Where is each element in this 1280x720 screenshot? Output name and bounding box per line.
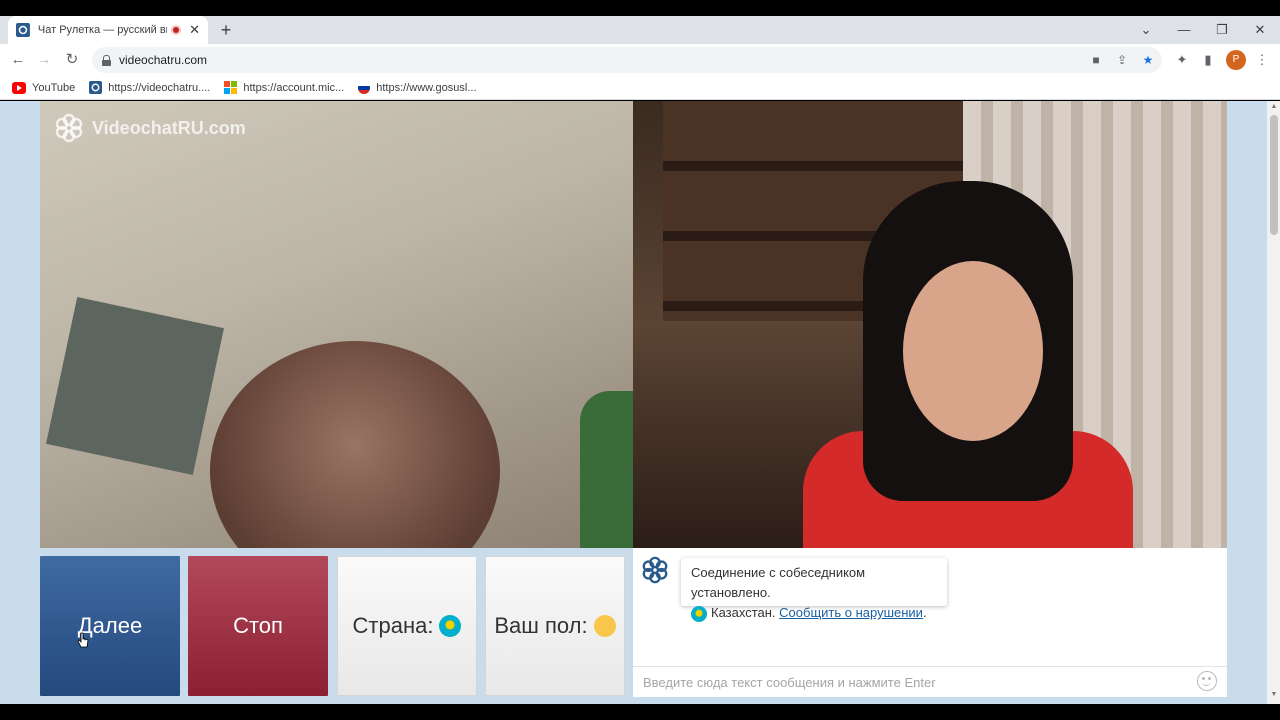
tab-title: Чат Рулетка — русский вид bbox=[37, 24, 168, 36]
page-content: VideochatRU.com Далее Стоп Страна: Ваш п… bbox=[0, 101, 1267, 704]
system-message-bubble: Соединение с собеседником установлено. К… bbox=[681, 558, 947, 622]
microsoft-icon bbox=[224, 81, 238, 94]
reload-icon[interactable]: ↻ bbox=[62, 50, 82, 70]
share-icon[interactable]: ⇪ bbox=[1114, 52, 1130, 68]
new-tab-button[interactable]: + bbox=[216, 20, 236, 40]
videochatru-favicon-icon bbox=[16, 23, 30, 37]
hand-cursor-icon bbox=[77, 632, 89, 648]
emoji-smiley-icon[interactable] bbox=[1197, 671, 1217, 691]
bookmarks-bar: YouTube https://videochatru.... https://… bbox=[0, 76, 1280, 100]
extensions-puzzle-icon[interactable]: ✦ bbox=[1174, 52, 1190, 68]
site-logo: VideochatRU.com bbox=[54, 113, 246, 143]
next-button[interactable]: Далее bbox=[40, 556, 180, 696]
kazakhstan-flag-icon bbox=[439, 615, 462, 637]
wall-picture bbox=[46, 297, 224, 475]
top-letterbox bbox=[0, 0, 1280, 16]
local-person bbox=[210, 341, 500, 548]
bookmark-microsoft[interactable]: https://account.mic... bbox=[224, 81, 344, 94]
stop-button-label: Стоп bbox=[233, 613, 283, 638]
bookmark-label: https://account.mic... bbox=[243, 81, 345, 94]
connection-message: Соединение с собеседником установлено. bbox=[691, 565, 866, 600]
partner-country-line: Казахстан. Сообщить о нарушении. bbox=[691, 603, 937, 623]
bookmark-star-icon[interactable]: ★ bbox=[1140, 52, 1156, 68]
bookmark-videochatru[interactable]: https://videochatru.... bbox=[89, 81, 210, 94]
scroll-up-icon[interactable]: ▲ bbox=[1270, 103, 1278, 110]
menu-kebab-icon[interactable]: ⋮ bbox=[1254, 52, 1270, 68]
tab-strip: Чат Рулетка — русский вид ✕ + ⌄ — ❐ ✕ bbox=[0, 16, 1280, 44]
partner-country: Казахстан. bbox=[711, 605, 776, 620]
camera-icon[interactable]: ■ bbox=[1088, 52, 1104, 68]
chat-input-row bbox=[633, 666, 1227, 697]
minimize-button[interactable]: — bbox=[1166, 20, 1202, 40]
bookmark-gosuslugi[interactable]: https://www.gosusl... bbox=[358, 81, 477, 94]
videochatru-icon bbox=[89, 81, 103, 94]
russia-flag-icon bbox=[358, 81, 371, 94]
country-selector-button[interactable]: Страна: bbox=[337, 556, 477, 696]
face bbox=[903, 261, 1043, 441]
green-object bbox=[580, 391, 633, 548]
report-violation-link[interactable]: Сообщить о нарушении bbox=[779, 605, 923, 620]
kazakhstan-flag-icon bbox=[691, 605, 707, 622]
gender-selector-button[interactable]: Ваш пол: bbox=[485, 556, 625, 696]
url-text: videochatru.com bbox=[119, 53, 208, 67]
side-panel-icon[interactable]: ▮ bbox=[1200, 52, 1216, 68]
page-scrollbar[interactable]: ▲ ▼ bbox=[1267, 101, 1280, 704]
address-bar[interactable]: videochatru.com ■ ⇪ ★ bbox=[92, 47, 1162, 73]
back-arrow-icon[interactable]: ← bbox=[8, 50, 28, 70]
bookmark-label: https://videochatru.... bbox=[108, 81, 211, 94]
bookmark-label: https://www.gosusl... bbox=[376, 81, 477, 94]
tab-active[interactable]: Чат Рулетка — русский вид ✕ bbox=[8, 16, 208, 44]
tab-search-chevron-down-icon[interactable]: ⌄ bbox=[1128, 20, 1164, 40]
recording-indicator-icon bbox=[171, 25, 182, 35]
scroll-down-icon[interactable]: ▼ bbox=[1270, 691, 1278, 698]
scroll-thumb[interactable] bbox=[1270, 115, 1278, 235]
youtube-icon bbox=[12, 81, 26, 94]
browser-toolbar: ← → ↻ videochatru.com ■ ⇪ ★ ✦ ▮ P ⋮ bbox=[0, 44, 1280, 76]
report-suffix: . bbox=[922, 605, 927, 620]
site-brand-name: VideochatRU.com bbox=[92, 117, 246, 138]
restore-button[interactable]: ❐ bbox=[1204, 20, 1240, 40]
person-emoji-icon bbox=[593, 615, 616, 637]
stop-button[interactable]: Стоп bbox=[188, 556, 328, 696]
videochatru-logo-icon bbox=[642, 556, 668, 584]
videochatru-logo-icon bbox=[55, 113, 83, 143]
chat-message-input[interactable] bbox=[643, 672, 1183, 692]
bookmark-youtube[interactable]: YouTube bbox=[12, 81, 76, 94]
remote-video bbox=[633, 101, 1227, 548]
bookmark-label: YouTube bbox=[32, 81, 76, 94]
chat-panel: Соединение с собеседником установлено. К… bbox=[633, 548, 1227, 697]
country-label: Страна: bbox=[352, 613, 434, 638]
profile-avatar[interactable]: P bbox=[1226, 50, 1246, 70]
remote-person bbox=[783, 181, 1133, 548]
tab-close-icon[interactable]: ✕ bbox=[189, 22, 200, 38]
local-video: VideochatRU.com bbox=[40, 101, 633, 548]
forward-arrow-icon[interactable]: → bbox=[34, 50, 54, 70]
gender-label: Ваш пол: bbox=[494, 613, 588, 638]
lock-icon bbox=[102, 54, 111, 66]
bottom-letterbox bbox=[0, 704, 1280, 720]
window-close-button[interactable]: ✕ bbox=[1242, 20, 1278, 40]
